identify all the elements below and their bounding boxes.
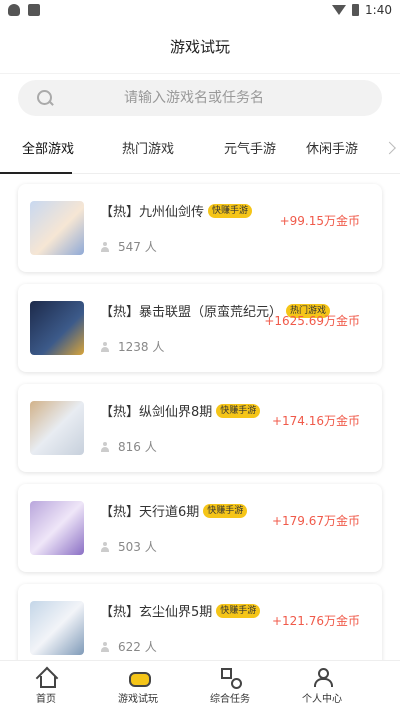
- nav-home[interactable]: 首页: [0, 661, 92, 710]
- home-icon: [36, 667, 56, 688]
- player-count: 1238 人: [100, 338, 370, 355]
- player-count-text: 503 人: [118, 540, 157, 554]
- status-time: 1:40: [365, 3, 392, 17]
- game-badge: 快赚手游: [208, 203, 253, 218]
- tab-casual-games[interactable]: 休闲手游: [300, 122, 382, 173]
- player-count: 622 人: [100, 638, 370, 655]
- game-reward: +179.67万金币: [271, 514, 360, 528]
- player-count: 547 人: [100, 238, 370, 255]
- nav-home-label: 首页: [36, 693, 56, 705]
- nav-tasks[interactable]: 综合任务: [184, 661, 276, 710]
- game-card[interactable]: 【热】天行道6期 快赚手游 503 人 +179.67万金币: [18, 484, 382, 572]
- player-count-text: 547 人: [118, 240, 157, 254]
- game-thumbnail: [30, 401, 84, 455]
- game-thumbnail: [30, 301, 84, 355]
- tab-all-games[interactable]: 全部游戏: [0, 122, 96, 174]
- game-thumbnail: [30, 601, 84, 655]
- game-reward: +174.16万金币: [271, 414, 360, 428]
- nav-user-center-label: 个人中心: [302, 693, 342, 705]
- player-count-text: 816 人: [118, 440, 157, 454]
- chevron-right-icon[interactable]: [383, 141, 396, 154]
- game-card[interactable]: 【热】九州仙剑传 快赚手游 547 人 +99.15万金币: [18, 184, 382, 272]
- nav-game-trial[interactable]: 游戏试玩: [92, 661, 184, 710]
- player-count: 816 人: [100, 438, 370, 455]
- search-area: [0, 74, 400, 116]
- game-reward: +1625.69万金币: [264, 314, 360, 328]
- tab-genki-games[interactable]: 元气手游: [200, 122, 300, 173]
- user-icon: [100, 241, 110, 252]
- game-card[interactable]: 【热】玄尘仙界5期 快赚手游 622 人 +121.76万金币: [18, 584, 382, 672]
- grid-icon: [220, 667, 242, 689]
- game-list: 【热】九州仙剑传 快赚手游 547 人 +99.15万金币 【热】暴击联盟（原蛮…: [0, 174, 400, 672]
- game-reward: +99.15万金币: [279, 214, 360, 228]
- game-name: 【热】玄尘仙界5期: [100, 605, 213, 620]
- gamepad-icon: [128, 667, 151, 687]
- user-icon: [100, 641, 110, 652]
- user-icon: [100, 341, 110, 352]
- user-center-icon: [312, 667, 333, 687]
- qq-icon: [8, 4, 20, 16]
- status-right: 1:40: [332, 3, 392, 17]
- player-count: 503 人: [100, 538, 370, 555]
- player-count-text: 1238 人: [118, 340, 165, 354]
- search-box[interactable]: [18, 80, 382, 116]
- nav-user-center[interactable]: 个人中心: [276, 661, 368, 710]
- category-tabs: 全部游戏 热门游戏 元气手游 休闲手游: [0, 122, 400, 174]
- status-bar: 1:40: [0, 0, 400, 20]
- game-name: 【热】暴击联盟（原蛮荒纪元）: [100, 305, 283, 320]
- tab-hot-games[interactable]: 热门游戏: [96, 122, 200, 173]
- nav-tasks-label: 综合任务: [210, 693, 250, 705]
- page-header: 游戏试玩: [0, 20, 400, 74]
- battery-icon: [352, 4, 360, 16]
- game-badge: 快赚手游: [203, 503, 248, 518]
- page-title: 游戏试玩: [169, 38, 230, 56]
- search-icon[interactable]: [36, 89, 54, 107]
- game-card[interactable]: 【热】纵剑仙界8期 快赚手游 816 人 +174.16万金币: [18, 384, 382, 472]
- game-thumbnail: [30, 501, 84, 555]
- game-name: 【热】九州仙剑传: [100, 205, 205, 220]
- game-thumbnail: [30, 201, 84, 255]
- search-input[interactable]: [54, 90, 334, 106]
- player-count-text: 622 人: [118, 640, 157, 654]
- game-reward: +121.76万金币: [271, 614, 360, 628]
- nav-game-trial-label: 游戏试玩: [118, 693, 158, 705]
- user-icon: [100, 441, 110, 452]
- game-name: 【热】纵剑仙界8期: [100, 405, 213, 420]
- game-badge: 快赚手游: [216, 403, 261, 418]
- game-card[interactable]: 【热】暴击联盟（原蛮荒纪元） 热门游戏 1238 人 +1625.69万金币: [18, 284, 382, 372]
- notification-icon: [28, 4, 40, 16]
- user-icon: [100, 541, 110, 552]
- game-name: 【热】天行道6期: [100, 505, 200, 520]
- game-badge: 快赚手游: [216, 603, 261, 618]
- status-icons: [8, 4, 40, 16]
- bottom-nav: 首页 游戏试玩 综合任务 个人中心: [0, 660, 400, 710]
- wifi-icon: [332, 5, 347, 15]
